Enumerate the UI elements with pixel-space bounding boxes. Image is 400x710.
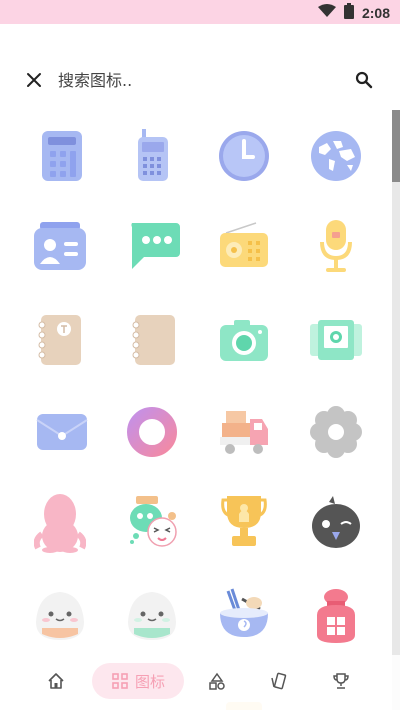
- rice-ball-icon[interactable]: [30, 586, 90, 646]
- camera-icon[interactable]: [214, 310, 274, 370]
- cards-icon[interactable]: [266, 663, 290, 699]
- lucky-bag-icon[interactable]: [306, 586, 366, 646]
- close-icon[interactable]: [22, 68, 46, 92]
- rice-ball-green-icon[interactable]: [122, 586, 182, 646]
- penguin-icon[interactable]: [30, 492, 90, 553]
- mobile-phone-icon[interactable]: [122, 126, 182, 186]
- nav-tab-icons-label: 图标: [134, 672, 165, 691]
- scrollbar-track[interactable]: [392, 110, 400, 710]
- grid-icon: [112, 673, 128, 689]
- microphone-icon[interactable]: [306, 216, 366, 276]
- settings-gear-icon[interactable]: [306, 402, 366, 462]
- ring-icon[interactable]: [122, 402, 182, 462]
- notebook-plain-icon[interactable]: [124, 310, 184, 370]
- globe-icon[interactable]: [306, 126, 366, 186]
- trophy-icon[interactable]: [214, 492, 274, 552]
- search-bar: [0, 60, 400, 100]
- contact-card-icon[interactable]: [30, 216, 90, 276]
- icon-grid: [0, 110, 392, 710]
- trophy-nav-icon[interactable]: [329, 663, 353, 699]
- search-input[interactable]: [58, 66, 328, 94]
- shapes-icon[interactable]: [205, 663, 229, 699]
- bottom-nav: 图标: [0, 655, 400, 710]
- calculator-icon[interactable]: [32, 126, 92, 186]
- message-icon[interactable]: [124, 216, 184, 276]
- chat-app-icon[interactable]: [122, 492, 182, 552]
- wifi-icon: [317, 4, 336, 22]
- nav-tab-icons[interactable]: 图标: [92, 663, 184, 699]
- battery-icon: [343, 3, 354, 23]
- radio-icon[interactable]: [214, 216, 274, 276]
- crow-icon[interactable]: [306, 492, 366, 552]
- envelope-icon[interactable]: [32, 402, 92, 462]
- noodle-bowl-icon[interactable]: [214, 586, 274, 646]
- scrollbar-thumb[interactable]: [392, 110, 400, 182]
- status-time: 2:08: [361, 5, 390, 21]
- notebook-icon[interactable]: [30, 310, 90, 370]
- search-icon[interactable]: [352, 68, 376, 92]
- home-icon[interactable]: [44, 663, 68, 699]
- clock-icon[interactable]: [214, 126, 274, 186]
- gallery-camera-icon[interactable]: [306, 310, 366, 370]
- status-bar: 2:08: [0, 0, 400, 24]
- delivery-truck-icon[interactable]: [214, 402, 274, 462]
